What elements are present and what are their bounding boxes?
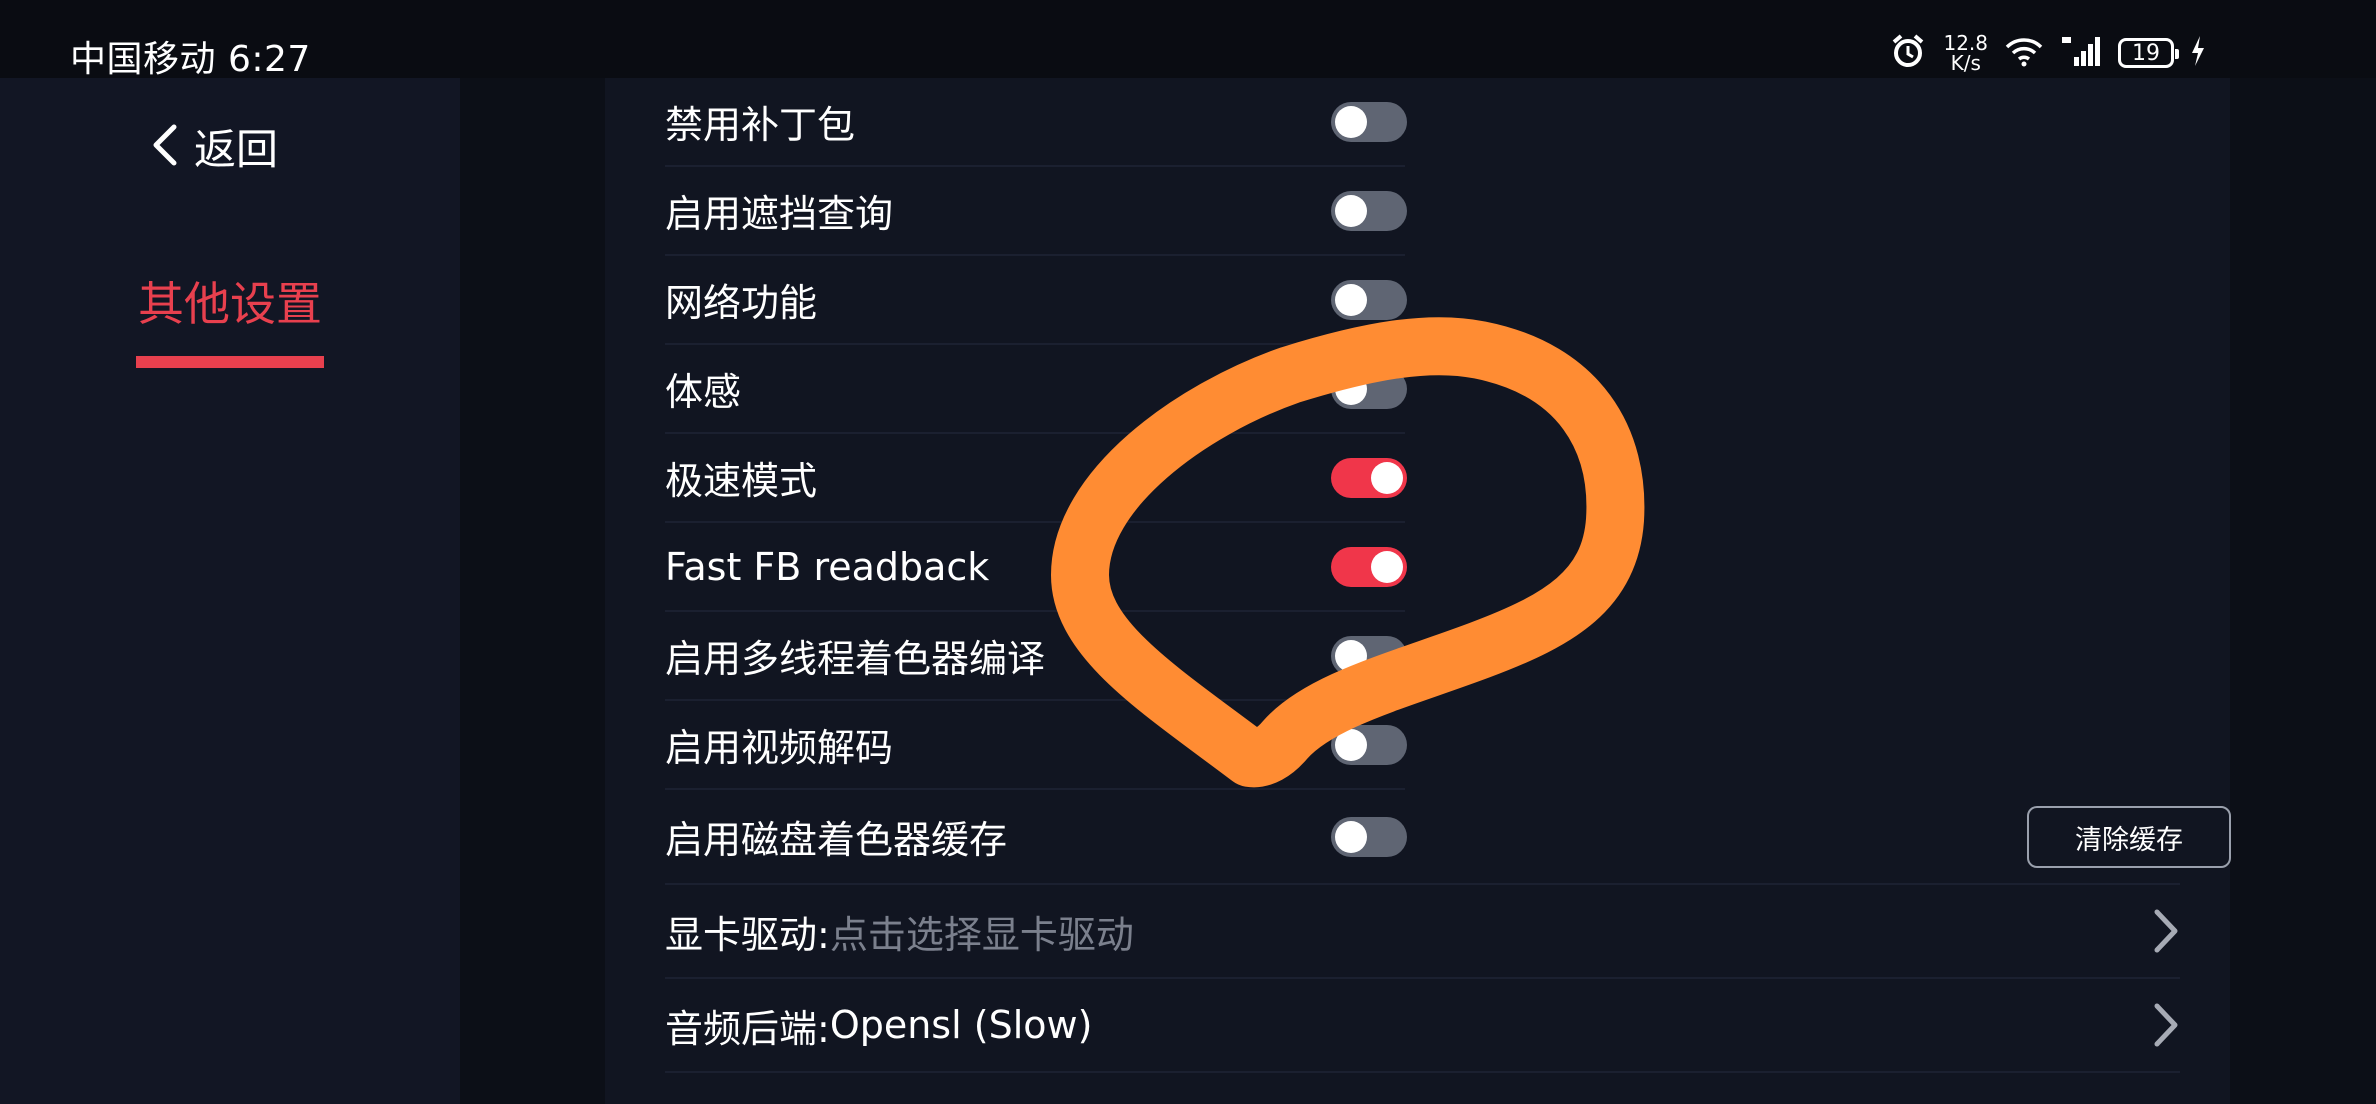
setting-label: 禁用补丁包: [665, 103, 856, 147]
toggle-knob: [1335, 728, 1367, 761]
setting-row-fast-fb-readback: Fast FB readback: [665, 523, 1407, 612]
audio-backend-label: 音频后端:: [665, 1006, 830, 1051]
setting-label: 启用多线程着色器编译: [665, 637, 1046, 681]
setting-row-turbo-mode: 极速模式: [665, 434, 1407, 523]
toggle-switch[interactable]: [1331, 546, 1407, 587]
toggle-switch[interactable]: [1331, 190, 1407, 231]
sidebar: 返回 其他设置: [0, 78, 460, 1104]
battery-level: 19: [2132, 40, 2160, 66]
setting-label: 启用遮挡查询: [665, 192, 894, 236]
wifi-icon: [2004, 35, 2044, 71]
setting-label: 体感: [665, 370, 742, 414]
toggle-switch[interactable]: [1331, 368, 1407, 409]
setting-label: 网络功能: [665, 281, 818, 325]
toggle-knob: [1335, 639, 1367, 672]
status-icons: 12.8 K/s 19: [1889, 30, 2206, 76]
chevron-right-icon: [2152, 1001, 2180, 1053]
toggle-knob: [1335, 820, 1367, 853]
toggle-knob: [1335, 105, 1367, 138]
toggle-switch[interactable]: [1331, 635, 1407, 676]
setting-label: 启用磁盘着色器缓存: [665, 818, 1008, 862]
tab-underline: [136, 356, 324, 368]
toggle-knob: [1335, 283, 1367, 316]
signal-icon: [2060, 35, 2102, 71]
settings-panel: 禁用补丁包 启用遮挡查询 网络功能 体感 极速模式 Fast FB readba…: [605, 78, 2231, 1104]
toggle-switch[interactable]: [1331, 101, 1407, 142]
audio-backend-row[interactable]: 音频后端: Opensl (Slow): [665, 979, 2180, 1073]
setting-row-video-decode: 启用视频解码: [665, 701, 1407, 790]
setting-row-multithread-shader: 启用多线程着色器编译: [665, 612, 1407, 701]
toggle-knob: [1335, 372, 1367, 405]
network-speed: 12.8 K/s: [1943, 33, 1988, 73]
gpu-driver-label: 显卡驱动:: [665, 912, 830, 957]
back-label: 返回: [194, 125, 279, 174]
setting-row-motion: 体感: [665, 345, 1407, 434]
gpu-driver-row[interactable]: 显卡驱动: 点击选择显卡驱动: [665, 885, 2180, 979]
chevron-left-icon: [150, 123, 180, 171]
setting-row-disable-patch: 禁用补丁包: [665, 78, 1407, 167]
clear-cache-button[interactable]: 清除缓存: [2027, 806, 2231, 868]
setting-label: 启用视频解码: [665, 726, 894, 770]
back-button[interactable]: 返回: [150, 116, 278, 177]
setting-label: 极速模式: [665, 459, 818, 503]
toggle-switch[interactable]: [1331, 724, 1407, 765]
tab-other-settings[interactable]: 其他设置: [136, 268, 324, 368]
speed-value: 12.8: [1943, 31, 1988, 55]
status-bar: 中国移动 6:27 12.8 K/s 19: [0, 0, 2376, 80]
setting-row-disk-shader-cache: 启用磁盘着色器缓存 清除缓存: [665, 790, 2231, 885]
toggle-knob: [1371, 461, 1403, 494]
audio-backend-value: Opensl (Slow): [829, 1003, 1093, 1047]
alarm-icon: [1889, 32, 1927, 74]
carrier-time: 中国移动 6:27: [70, 39, 311, 80]
chevron-right-icon: [2152, 907, 2180, 959]
setting-label: Fast FB readback: [665, 544, 990, 589]
charging-icon: [2190, 36, 2206, 70]
setting-row-network: 网络功能: [665, 256, 1407, 345]
battery-icon: 19: [2118, 38, 2179, 68]
gpu-driver-hint: 点击选择显卡驱动: [829, 912, 1134, 957]
toggle-switch[interactable]: [1331, 279, 1407, 320]
tab-label: 其他设置: [138, 277, 322, 331]
toggle-switch[interactable]: [1331, 457, 1407, 498]
toggle-knob: [1371, 550, 1403, 583]
toggle-knob: [1335, 194, 1367, 227]
setting-row-occlusion-query: 启用遮挡查询: [665, 167, 1407, 256]
toggle-switch[interactable]: [1331, 816, 1407, 857]
speed-unit: K/s: [1950, 51, 1981, 75]
